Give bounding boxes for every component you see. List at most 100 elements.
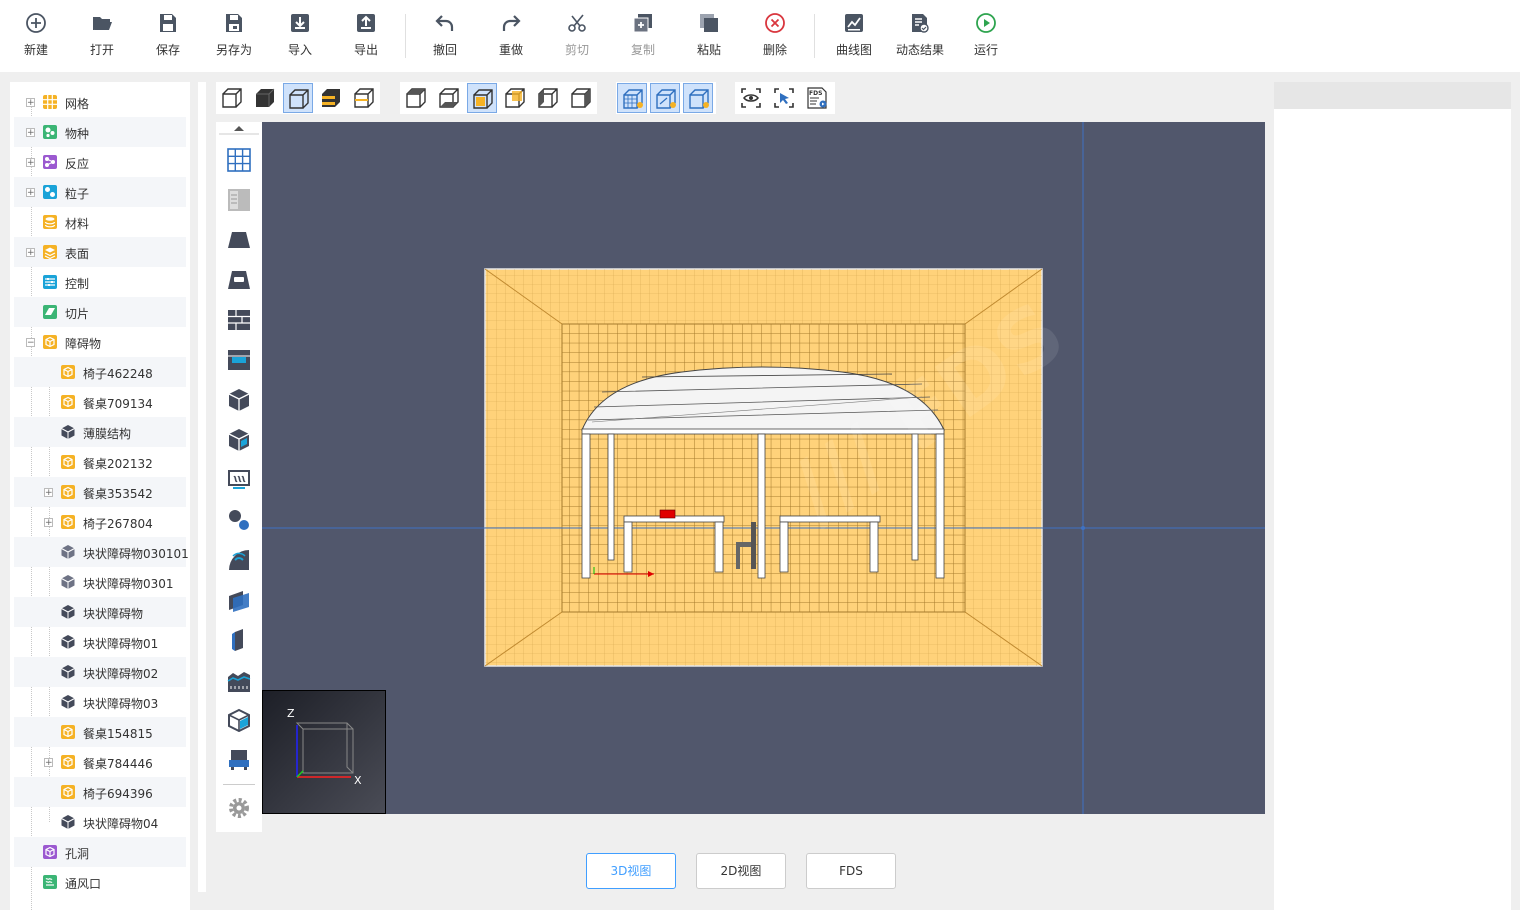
show-mesh-toggle[interactable] [617, 83, 647, 113]
tree-item-obstruction-child[interactable]: + 椅子267804 [14, 507, 186, 537]
fds-doc-icon: FDS [807, 87, 827, 109]
tree-item-obstruction-child[interactable]: 块状障碍物 [14, 597, 186, 627]
tool-trapezoid[interactable] [223, 224, 255, 256]
view-bottom-button[interactable] [434, 83, 464, 113]
tree-item-reaction[interactable]: + 反应 [14, 147, 186, 177]
tree-item-control[interactable]: 控制 [14, 267, 186, 297]
wireframe-view-button[interactable] [217, 83, 247, 113]
tool-hole[interactable] [223, 424, 255, 456]
tool-geometry[interactable] [223, 704, 255, 736]
tree-item-obstruction-child[interactable]: 椅子694396 [14, 777, 186, 807]
undo-button[interactable]: 撤回 [417, 12, 473, 64]
view-top-button[interactable] [401, 83, 431, 113]
tool-slice[interactable] [223, 584, 255, 616]
tool-terrain[interactable] [223, 664, 255, 696]
solid-view-button[interactable] [250, 83, 280, 113]
run-button[interactable]: 运行 [958, 12, 1014, 64]
strip-scroll-up[interactable] [216, 122, 262, 136]
tree-item-obstruction[interactable]: − 障碍物 [14, 327, 186, 357]
tree-item-species[interactable]: + 物种 [14, 117, 186, 147]
tool-vent[interactable] [223, 464, 255, 496]
tool-room[interactable] [223, 264, 255, 296]
expand-toggle-icon[interactable]: + [44, 488, 53, 498]
tool-mesh[interactable] [223, 144, 255, 176]
3d-viewport[interactable]: /// FDS Z X [262, 122, 1265, 814]
expand-toggle-icon[interactable]: + [44, 758, 53, 768]
paste-button[interactable]: 粘贴 [681, 12, 737, 64]
tool-furniture[interactable] [223, 744, 255, 776]
tool-block[interactable] [223, 384, 255, 416]
expand-toggle-icon[interactable]: + [26, 248, 35, 258]
tree-item-obstruction-child[interactable]: 块状障碍物04 [14, 807, 186, 837]
copy-button[interactable]: 复制 [615, 12, 671, 64]
tool-sprinkler[interactable] [223, 544, 255, 576]
tool-settings[interactable] [223, 792, 255, 824]
outline-view-button[interactable] [283, 83, 313, 113]
show-geometry-toggle[interactable] [683, 83, 713, 113]
tree-item-obstruction-child[interactable]: 餐桌154815 [14, 717, 186, 747]
expand-toggle-icon[interactable]: + [26, 98, 35, 108]
tab-fds[interactable]: FDS [806, 853, 896, 889]
tree-label: 粒子 [65, 187, 90, 201]
cut-button[interactable]: 剪切 [549, 12, 605, 64]
tree-item-obstruction-child[interactable]: 块状障碍物01 [14, 627, 186, 657]
tree-item-obstruction-child[interactable]: 餐桌202132 [14, 447, 186, 477]
chart-button[interactable]: 曲线图 [826, 12, 882, 64]
save-button[interactable]: 保存 [140, 12, 196, 64]
tab-3d-view[interactable]: 3D视图 [586, 853, 676, 889]
view-right-button[interactable] [566, 83, 596, 113]
tree-item-vent[interactable]: 通风口 [14, 867, 186, 897]
tree-item-obstruction-child[interactable]: 块状障碍物030101 [14, 537, 189, 567]
delete-button[interactable]: 删除 [747, 12, 803, 64]
show-obstruction-toggle[interactable] [650, 83, 680, 113]
save-as-button[interactable]: 另存为 [206, 12, 262, 64]
vent-icon [43, 875, 57, 889]
view-front-button[interactable] [467, 83, 497, 113]
tree-item-obstruction-child[interactable]: 块状障碍物02 [14, 657, 186, 687]
tool-wall[interactable] [223, 184, 255, 216]
view-left-button[interactable] [533, 83, 563, 113]
collapse-toggle-icon[interactable]: − [26, 338, 35, 348]
fds-preview-button[interactable]: FDS [802, 83, 832, 113]
species-icon [43, 125, 57, 139]
dynamic-result-button[interactable]: 动态结果 [892, 12, 948, 64]
orientation-gizmo[interactable]: Z X [262, 690, 386, 814]
toolbar-divider [405, 14, 406, 58]
tree-item-obstruction-child[interactable]: 薄膜结构 [14, 417, 186, 447]
tree-item-mesh[interactable]: + 网格 [14, 87, 186, 117]
tree-item-surface[interactable]: + 表面 [14, 237, 186, 267]
tree-item-obstruction-child[interactable]: 餐桌709134 [14, 387, 186, 417]
tree-item-obstruction-child[interactable]: 椅子462248 [14, 357, 186, 387]
obstruction-cube-icon [61, 785, 75, 799]
tool-particle[interactable] [223, 504, 255, 536]
expand-toggle-icon[interactable]: + [26, 188, 35, 198]
tab-2d-view[interactable]: 2D视图 [696, 853, 786, 889]
material-icon [43, 215, 57, 229]
expand-toggle-icon[interactable]: + [26, 158, 35, 168]
tree-scrollbar[interactable] [198, 82, 206, 892]
tree-item-obstruction-child[interactable]: 块状障碍物03 [14, 687, 186, 717]
tree-item-particle[interactable]: + 粒子 [14, 177, 186, 207]
redo-button[interactable]: 重做 [483, 12, 539, 64]
open-button[interactable]: 打开 [74, 12, 130, 64]
export-button[interactable]: 导出 [338, 12, 394, 64]
toggle-visibility-button[interactable] [736, 83, 766, 113]
tree-item-obstruction-child[interactable]: 块状障碍物0301 [14, 567, 186, 597]
section-view-button[interactable] [349, 83, 379, 113]
tree-item-hole[interactable]: 孔洞 [14, 837, 186, 867]
import-button[interactable]: 导入 [272, 12, 328, 64]
tree-item-obstruction-child[interactable]: + 餐桌353542 [14, 477, 186, 507]
expand-toggle-icon[interactable]: + [44, 518, 53, 528]
tree-label: 通风口 [65, 877, 102, 891]
tool-brick-wall[interactable] [223, 304, 255, 336]
layer-view-button[interactable] [316, 83, 346, 113]
tool-column[interactable] [223, 624, 255, 656]
view-back-button[interactable] [500, 83, 530, 113]
new-button[interactable]: 新建 [8, 12, 64, 64]
tree-item-obstruction-child[interactable]: + 餐桌784446 [14, 747, 186, 777]
tool-window[interactable] [223, 344, 255, 376]
select-mode-button[interactable] [769, 83, 799, 113]
tree-item-material[interactable]: 材料 [14, 207, 186, 237]
expand-toggle-icon[interactable]: + [26, 128, 35, 138]
tree-item-slice[interactable]: 切片 [14, 297, 186, 327]
